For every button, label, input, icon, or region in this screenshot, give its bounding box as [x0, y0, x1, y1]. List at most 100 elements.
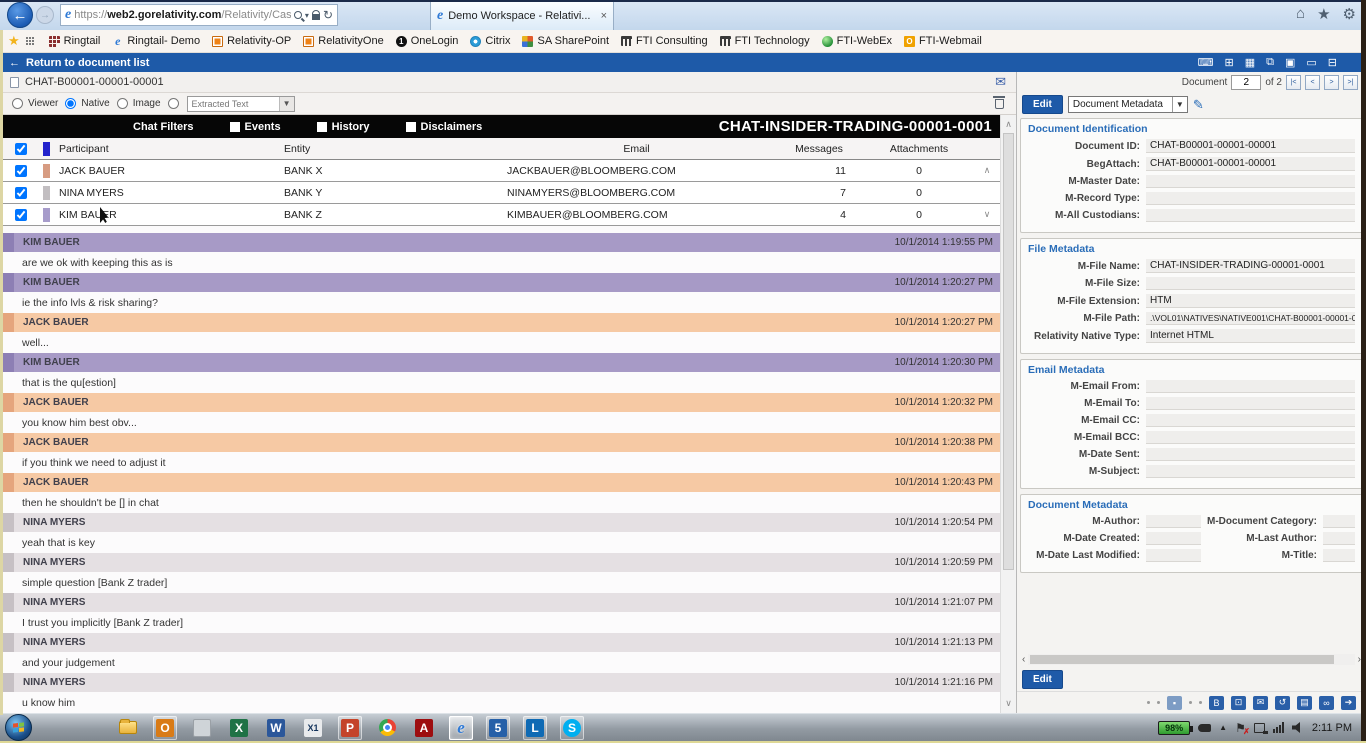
link-icon[interactable]: ∞ [1319, 696, 1334, 710]
notes-icon[interactable]: ▤ [1297, 696, 1312, 710]
clock[interactable]: 2:11 PM [1312, 722, 1352, 734]
panel-toggle-icon[interactable]: ▭ [1306, 56, 1316, 69]
taskbar-outlook[interactable]: O [153, 716, 177, 740]
bold-icon[interactable]: B [1209, 696, 1224, 710]
scrollbar-thumb[interactable] [1030, 655, 1333, 664]
back-button[interactable]: ← [7, 2, 33, 28]
pop-out-icon[interactable]: ▣ [1285, 56, 1295, 69]
scroll-down-icon[interactable]: ∨ [1001, 698, 1016, 709]
participant-row[interactable]: JACK BAUER BANK X JACKBAUER@BLOOMBERG.CO… [3, 160, 1000, 182]
taskbar-chrome[interactable] [375, 716, 399, 740]
network-icon[interactable] [1254, 723, 1265, 733]
taskbar-skype[interactable]: S [560, 716, 584, 740]
address-bar[interactable]: e https://web2.gorelativity.com/Relativi… [60, 4, 338, 26]
save-icon[interactable]: ▪ [1167, 696, 1182, 710]
taskbar-internet-explorer[interactable]: e [449, 716, 473, 740]
extracted-text-select[interactable]: Extracted Text ▼ [187, 96, 295, 112]
viewer-mode-radio[interactable] [12, 98, 23, 109]
browser-tab[interactable]: e Demo Workspace - Relativi... × [430, 1, 614, 30]
bookmark-citrix[interactable]: Citrix [464, 30, 516, 52]
participant-checkbox[interactable] [15, 209, 27, 221]
start-button[interactable] [5, 714, 32, 741]
participant-checkbox[interactable] [15, 187, 27, 199]
participant-row[interactable]: KIM BAUER BANK Z KIMBAUER@BLOOMBERG.COM … [3, 204, 1000, 226]
search-icon[interactable] [294, 11, 302, 19]
return-to-document-list-button[interactable]: ← Return to document list [9, 57, 149, 69]
layouts-icon[interactable]: ⧉ [1266, 56, 1274, 69]
edit-button[interactable]: Edit [1022, 95, 1063, 114]
bookmark-relativity-op[interactable]: Relativity-OP [206, 30, 297, 52]
select-all-checkbox[interactable] [15, 143, 27, 155]
viewer-scrollbar[interactable]: ∧ ∨ [1000, 115, 1016, 713]
participant-row[interactable]: NINA MYERS BANK Y NINAMYERS@BLOOMBERG.CO… [3, 182, 1000, 204]
checkbox-icon[interactable] [406, 122, 416, 132]
wifi-signal-icon[interactable] [1273, 722, 1284, 733]
copy-icon[interactable]: ⊡ [1231, 696, 1246, 710]
bookmark-fti-consulting[interactable]: FTI Consulting [615, 30, 714, 52]
home-icon[interactable]: ⌂ [1296, 5, 1305, 23]
scroll-left-icon[interactable]: ‹ [1022, 654, 1025, 665]
minimize-panel-icon[interactable]: ⊟ [1328, 56, 1337, 69]
checkbox-icon[interactable] [317, 122, 327, 132]
tab-close-icon[interactable]: × [601, 10, 607, 22]
bookmark-fti-webex[interactable]: FTI-WebEx [816, 30, 898, 52]
settings-gear-icon[interactable]: ⚙ [1343, 5, 1356, 23]
bookmark-onelogin[interactable]: 1OneLogin [390, 30, 465, 52]
refresh-icon[interactable]: ↻ [323, 8, 333, 22]
bookmark-ringtail-demo[interactable]: eRingtail- Demo [106, 30, 206, 52]
panel-horizontal-scrollbar[interactable]: ‹ › [1022, 651, 1361, 667]
taskbar-lync[interactable]: L [523, 716, 547, 740]
last-document-button[interactable]: >| [1343, 75, 1358, 90]
forward-button[interactable]: → [36, 6, 54, 24]
taskbar-explorer[interactable] [116, 716, 140, 740]
image-mode-radio[interactable] [117, 98, 128, 109]
favorites-icon[interactable]: ★ [1317, 5, 1330, 23]
filter-disclaimers[interactable]: Disclaimers [406, 121, 483, 133]
edit-button-bottom[interactable]: Edit [1022, 670, 1063, 689]
filter-history[interactable]: History [317, 121, 370, 133]
first-document-button[interactable]: |< [1286, 75, 1301, 90]
send-icon[interactable]: ➔ [1341, 696, 1356, 710]
print-icon[interactable]: ⊞ [1224, 56, 1233, 69]
participant-checkbox[interactable] [15, 165, 27, 177]
bookmark-fti-technology[interactable]: FTI Technology [714, 30, 816, 52]
expand-chevron-icon[interactable]: ∨ [974, 209, 1000, 220]
tray-expand-icon[interactable]: ▲ [1219, 723, 1227, 732]
url-text[interactable]: https://web2.gorelativity.com/Relativity… [74, 9, 291, 21]
chevron-down-icon[interactable]: ▼ [1172, 97, 1187, 112]
favorites-star-icon[interactable]: ★ [8, 33, 20, 49]
scrollbar-thumb[interactable] [1003, 133, 1014, 570]
previous-document-button[interactable]: < [1305, 75, 1320, 90]
taskbar-powerpoint[interactable]: P [338, 716, 362, 740]
edit-pencil-icon[interactable]: ✎ [1193, 97, 1204, 113]
taskbar-x1[interactable]: X1 [301, 716, 325, 740]
taskbar-snagit[interactable]: 5 [486, 716, 510, 740]
action-center-flag-icon[interactable]: ⚑✗ [1235, 721, 1246, 735]
revert-icon[interactable]: ↺ [1275, 696, 1290, 710]
text-mode-radio[interactable] [168, 98, 179, 109]
battery-indicator[interactable]: 98% [1158, 721, 1190, 735]
volume-icon[interactable] [1292, 722, 1304, 733]
scroll-up-icon[interactable]: ∧ [1001, 119, 1016, 130]
taskbar-acrobat[interactable]: A [412, 716, 436, 740]
bookmark-fti-webmail[interactable]: OFTI-Webmail [898, 30, 988, 52]
email-icon[interactable]: ✉ [1253, 696, 1268, 710]
email-document-icon[interactable]: ✉ [995, 74, 1006, 90]
chevron-down-icon[interactable]: ▾ [305, 11, 309, 20]
chevron-down-icon[interactable]: ▼ [279, 97, 294, 111]
delete-icon[interactable] [995, 99, 1004, 109]
bookmark-relativityone[interactable]: RelativityOne [297, 30, 389, 52]
next-document-button[interactable]: > [1324, 75, 1339, 90]
collapse-chevron-icon[interactable]: ∧ [974, 165, 1000, 176]
taskbar-notes-app[interactable] [190, 716, 214, 740]
document-number-input[interactable] [1231, 75, 1261, 90]
bookmark-ringtail[interactable]: Ringtail [43, 30, 107, 52]
taskbar-excel[interactable]: X [227, 716, 251, 740]
checkbox-icon[interactable] [230, 122, 240, 132]
bookmark-sharepoint[interactable]: SA SharePoint [516, 30, 615, 52]
scrollbar-track[interactable] [1028, 654, 1354, 665]
filter-events[interactable]: Events [230, 121, 281, 133]
keyboard-shortcuts-icon[interactable]: ⌨ [1198, 56, 1214, 69]
grid-view-icon[interactable]: ▦ [1245, 56, 1255, 69]
native-mode-radio[interactable] [65, 98, 76, 109]
